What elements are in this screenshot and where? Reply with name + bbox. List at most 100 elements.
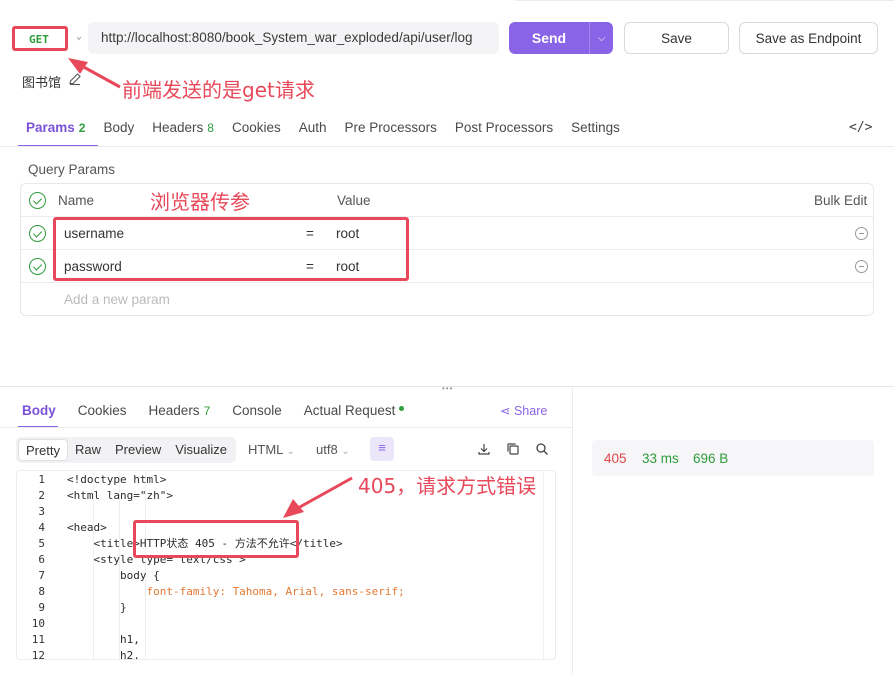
method-highlight-box [12, 26, 68, 51]
code-line: 9 } [17, 600, 555, 616]
url-input[interactable]: http://localhost:8080/book_System_war_ex… [88, 22, 499, 54]
send-button[interactable]: Send [509, 22, 589, 54]
tab-auth[interactable]: Auth [299, 120, 327, 146]
tab-count: 8 [207, 121, 214, 135]
line-number: 1 [38, 473, 45, 486]
line-number: 8 [38, 585, 45, 598]
row-enabled-checkbox[interactable] [29, 258, 46, 275]
pencil-icon[interactable] [68, 72, 82, 86]
column-header-name: Name [58, 193, 95, 208]
line-number: 2 [38, 489, 45, 502]
save-as-endpoint-button[interactable]: Save as Endpoint [739, 22, 878, 54]
response-status-bar: 405 33 ms 696 B [592, 440, 874, 476]
remove-circle-icon[interactable] [855, 260, 868, 273]
select-all-checkbox[interactable] [29, 192, 46, 209]
line-number: 12 [31, 649, 45, 660]
view-raw[interactable]: Raw [68, 439, 108, 461]
table-row: Add a new param [21, 283, 873, 316]
tab-response-cookies[interactable]: Cookies [78, 403, 127, 418]
annotation-browser-params: 浏览器传参 [150, 190, 250, 214]
tab-label: Pre Processors [344, 120, 437, 135]
code-line: 12 h2, [17, 648, 555, 660]
wrap-icon: ≡ [378, 440, 386, 455]
tab-response-headers[interactable]: Headers 7 [149, 403, 211, 418]
share-button[interactable]: ⋖ Share [500, 403, 547, 418]
line-number: 6 [38, 553, 45, 566]
code-text: <html lang="zh"> [67, 489, 173, 502]
column-header-value: Value [337, 193, 371, 208]
tab-label: Params [26, 120, 75, 135]
remove-circle-icon[interactable] [855, 227, 868, 240]
drag-handle-icon[interactable]: ••• [442, 384, 453, 393]
annotation-405-error: 405，请求方式错误 [358, 474, 537, 498]
vertical-scrollbar[interactable] [543, 471, 555, 659]
tab-settings[interactable]: Settings [571, 120, 620, 146]
line-number: 10 [31, 617, 45, 630]
chevron-down-icon: ⌄ [341, 446, 350, 457]
status-dot [399, 406, 405, 411]
line-number: 5 [38, 537, 45, 550]
tab-label: Auth [298, 120, 327, 135]
tab-count: 2 [78, 121, 86, 135]
save-button[interactable]: Save [624, 22, 729, 54]
tab-label: Headers [148, 403, 200, 418]
tab-label: Cookies [77, 403, 127, 418]
request-tabs: Params 2 Body Headers 8 Cookies Auth Pre P… [26, 120, 638, 146]
line-number: 4 [38, 521, 45, 534]
tab-console[interactable]: Console [232, 403, 282, 418]
code-line: 11 h1, [17, 632, 555, 648]
tab-label: Body [22, 403, 56, 418]
copy-icon[interactable] [506, 442, 520, 456]
tab-label: Post Processors [454, 120, 554, 135]
view-mode-selector: Pretty Raw Preview Visualize [16, 437, 236, 463]
line-number: 7 [38, 569, 45, 582]
code-text: body { [67, 569, 160, 582]
code-text: <!doctype html> [67, 473, 167, 486]
view-visualize[interactable]: Visualize [168, 439, 234, 461]
chevron-down-icon: ⌵ [597, 32, 606, 44]
params-highlight-box [53, 217, 409, 281]
annotation-get-request: 前端发送的是get请求 [122, 78, 315, 102]
tab-body[interactable]: Body [103, 120, 134, 146]
view-pretty[interactable]: Pretty [18, 439, 68, 461]
tab-post-processors[interactable]: Post Processors [455, 120, 553, 146]
view-preview[interactable]: Preview [108, 439, 168, 461]
tab-label: Actual Request [303, 403, 396, 418]
title-highlight-box [133, 520, 299, 558]
tab-actual-request[interactable]: Actual Request [304, 403, 405, 418]
table-header-row: Name Value Bulk Edit [21, 184, 873, 217]
tabs-divider [0, 427, 572, 428]
tab-params[interactable]: Params 2 [26, 120, 85, 146]
tab-label: Headers [152, 120, 204, 135]
code-line: 3 [17, 504, 555, 520]
wrap-lines-button[interactable]: ≡ [370, 437, 394, 461]
search-icon[interactable] [535, 442, 549, 456]
code-line: 7 body { [17, 568, 555, 584]
request-name: 图书馆 [22, 75, 62, 90]
encoding-label: utf8 [316, 442, 338, 457]
tab-response-body[interactable]: Body [22, 403, 56, 418]
tab-cookies[interactable]: Cookies [232, 120, 281, 146]
tabs-divider [0, 146, 894, 147]
add-param-input[interactable]: Add a new param [64, 292, 170, 307]
code-line: 8 font-family: Tahoma, Arial, sans-serif… [17, 584, 555, 600]
row-enabled-checkbox[interactable] [29, 225, 46, 242]
encoding-select[interactable]: utf8 ⌄ [316, 442, 350, 457]
download-icon[interactable] [477, 442, 491, 456]
line-number: 9 [38, 601, 45, 614]
tab-headers[interactable]: Headers 8 [152, 120, 214, 146]
vertical-splitter[interactable] [572, 387, 573, 674]
send-options-button[interactable]: ⌵ [589, 22, 613, 54]
share-icon: ⋖ [500, 404, 514, 418]
tab-label: Console [232, 403, 282, 418]
format-select[interactable]: HTML ⌄ [248, 442, 295, 457]
tab-pre-processors[interactable]: Pre Processors [345, 120, 437, 146]
tab-label: Body [103, 120, 135, 135]
code-text: h2, [67, 649, 140, 660]
code-text: h1, [67, 633, 140, 646]
top-divider [515, 0, 894, 6]
response-tabs: Body Cookies Headers 7 Console Actual Req… [22, 403, 426, 418]
bulk-edit-button[interactable]: Bulk Edit [814, 193, 867, 208]
code-icon[interactable]: </> [849, 120, 872, 135]
code-text: <head> [67, 521, 107, 534]
